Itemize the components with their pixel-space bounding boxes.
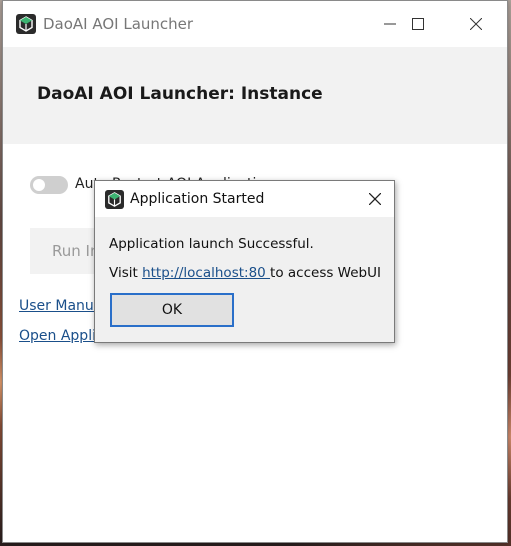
window-titlebar: DaoAI AOI Launcher [3, 1, 507, 47]
visit-suffix: to access WebUI [270, 265, 381, 281]
window-close-button[interactable] [453, 1, 499, 47]
app-cube-icon [105, 190, 124, 209]
toggle-knob [33, 179, 45, 191]
maximize-button[interactable] [395, 1, 441, 47]
dialog-titlebar: Application Started [95, 181, 394, 217]
dialog-close-button[interactable] [357, 181, 393, 217]
dialog-body: Application launch Successful. Visit htt… [95, 217, 394, 342]
dialog-title: Application Started [130, 191, 265, 207]
close-icon [369, 193, 381, 205]
ok-button[interactable]: OK [110, 293, 234, 327]
window-title: DaoAI AOI Launcher [43, 15, 194, 33]
dialog-message: Application launch Successful. [109, 236, 314, 252]
localhost-link[interactable]: http://localhost:80 [142, 265, 270, 281]
close-icon [470, 18, 482, 30]
ok-label: OK [161, 302, 183, 318]
auto-restart-toggle[interactable] [30, 176, 68, 194]
dialog-visit-line: Visit http://localhost:80 to access WebU… [109, 265, 381, 281]
page-title: DaoAI AOI Launcher: Instance [37, 84, 323, 104]
maximize-icon [412, 18, 424, 30]
visit-prefix: Visit [109, 265, 143, 281]
application-started-dialog: Application Started Application launch S… [94, 180, 395, 343]
app-cube-icon [16, 14, 36, 34]
